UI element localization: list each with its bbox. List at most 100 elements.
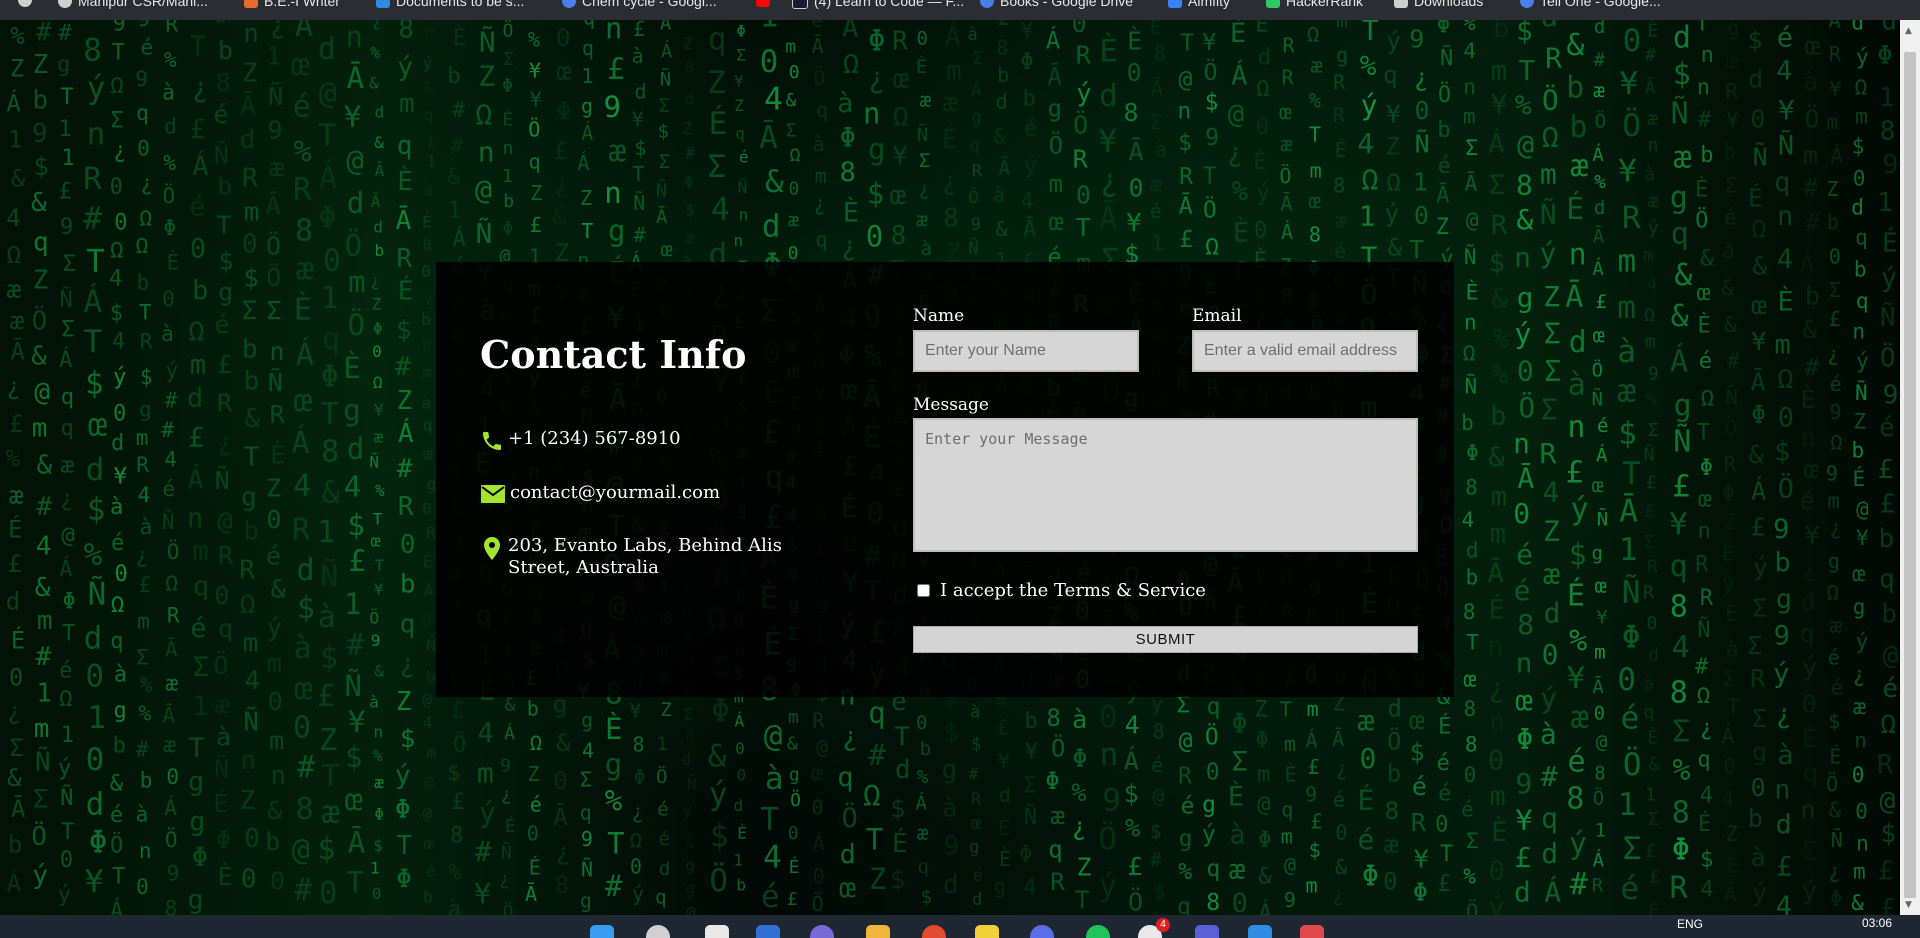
svg-text:É: É: [942, 123, 958, 155]
svg-text:Ω: Ω: [475, 98, 492, 131]
svg-text:d: d: [972, 890, 982, 910]
teams-icon[interactable]: [1195, 925, 1219, 938]
spotify-icon[interactable]: [1086, 925, 1110, 938]
svg-text:æ: æ: [9, 481, 24, 509]
file-explorer-icon[interactable]: [866, 925, 890, 938]
svg-text:m: m: [1853, 860, 1866, 884]
svg-text:9: 9: [167, 861, 180, 885]
svg-text:q: q: [400, 609, 416, 639]
start-icon[interactable]: [590, 925, 614, 938]
svg-text:Á: Á: [813, 831, 825, 855]
svg-text:$: $: [1774, 437, 1790, 468]
chat-icon[interactable]: [810, 925, 834, 938]
bookmark-item[interactable]: Chem cycle - Googl...: [562, 0, 717, 9]
svg-text:1: 1: [370, 859, 380, 878]
scroll-up-arrow-icon[interactable]: ▲: [1905, 26, 1912, 36]
svg-text:È: È: [605, 712, 622, 746]
svg-text:d: d: [375, 103, 385, 122]
bookmark-item[interactable]: Tell One - Google...: [1520, 0, 1661, 9]
name-label: Name: [913, 306, 965, 326]
svg-text:Φ: Φ: [1072, 743, 1087, 772]
terms-label[interactable]: I accept the Terms & Service: [940, 580, 1206, 601]
svg-text:Á: Á: [1800, 250, 1815, 279]
vscode-icon[interactable]: [1248, 925, 1272, 938]
svg-text:T: T: [112, 41, 125, 66]
scroll-down-arrow-icon[interactable]: ▼: [1905, 900, 1912, 910]
task-view-icon[interactable]: [705, 925, 729, 938]
svg-text:Ñ: Ñ: [1440, 44, 1453, 71]
svg-text:Ω: Ω: [1855, 76, 1868, 100]
terms-checkbox[interactable]: [917, 584, 930, 597]
browser-profile-icon[interactable]: [18, 0, 32, 7]
submit-button[interactable]: SUBMIT: [913, 626, 1418, 653]
notes-icon[interactable]: [975, 925, 999, 938]
svg-text:8: 8: [1206, 890, 1220, 915]
svg-text:Ñ: Ñ: [1673, 423, 1691, 459]
svg-text:R: R: [1700, 586, 1714, 611]
bookmark-item[interactable]: (4) Learn to Code — F...: [792, 0, 964, 9]
svg-text:æ: æ: [920, 89, 932, 111]
language-indicator[interactable]: ENG: [1677, 917, 1703, 931]
svg-text:é: é: [1516, 538, 1533, 571]
svg-text:¿: ¿: [425, 286, 435, 305]
svg-text:b: b: [218, 36, 233, 65]
contact-email[interactable]: contact@yourmail.com: [510, 482, 720, 504]
svg-text:Ñ: Ñ: [1024, 803, 1037, 830]
svg-text:æ: æ: [1150, 173, 1162, 197]
svg-text:d: d: [659, 858, 670, 880]
svg-text:Ö: Ö: [348, 308, 365, 342]
svg-text:m: m: [1540, 158, 1557, 191]
search-icon[interactable]: [646, 925, 670, 938]
svg-text:0: 0: [85, 658, 104, 694]
email-input[interactable]: [1192, 330, 1418, 372]
svg-text:Σ: Σ: [1544, 318, 1561, 351]
svg-text:0: 0: [1232, 888, 1248, 915]
bookmark-item[interactable]: HackerRank: [1266, 0, 1363, 9]
svg-text:Ö: Ö: [345, 228, 362, 262]
svg-text:Σ: Σ: [110, 108, 123, 133]
bookmark-item[interactable]: Books - Google Drive: [980, 0, 1133, 9]
svg-text:4: 4: [6, 204, 20, 232]
svg-text:R: R: [1643, 582, 1654, 603]
svg-text:Ö: Ö: [1128, 887, 1143, 915]
name-input[interactable]: [913, 330, 1139, 372]
svg-text:n: n: [1698, 519, 1711, 544]
widgets-icon[interactable]: [756, 925, 780, 938]
app-icon[interactable]: [922, 925, 946, 938]
bookmark-item[interactable]: Aimfity: [1168, 0, 1230, 9]
svg-text:ý: ý: [709, 776, 728, 812]
svg-text:#: #: [450, 135, 464, 160]
svg-text:9: 9: [1515, 767, 1532, 800]
system-clock[interactable]: 03:06: [1862, 916, 1892, 930]
svg-text:d: d: [1466, 539, 1479, 563]
bookmark-item[interactable]: Documents to be s...: [376, 0, 524, 9]
svg-text:d: d: [240, 125, 256, 155]
bookmark-item[interactable]: [756, 0, 770, 7]
svg-text:æ: æ: [1647, 108, 1658, 129]
svg-text:à: à: [1777, 740, 1793, 771]
bookmark-item[interactable]: Downloads: [1394, 0, 1483, 9]
svg-text:%: %: [1646, 389, 1657, 410]
contact-phone-row: +1 (234) 567-8910: [480, 428, 681, 453]
calendar-icon[interactable]: [1300, 925, 1324, 938]
svg-text:0: 0: [1076, 180, 1091, 209]
page-scrollbar[interactable]: ▲ ▼: [1900, 20, 1920, 915]
svg-text:m: m: [34, 714, 50, 744]
svg-text:Ā: Ā: [660, 20, 672, 35]
svg-text:Σ: Σ: [1150, 110, 1162, 134]
scroll-thumb[interactable]: [1904, 52, 1916, 898]
svg-text:m: m: [32, 414, 48, 444]
svg-text:&: &: [552, 202, 567, 230]
svg-text:T: T: [60, 85, 73, 110]
discord-icon[interactable]: [1030, 925, 1054, 938]
svg-text:8: 8: [422, 335, 432, 354]
svg-text:¿: ¿: [842, 721, 858, 752]
message-textarea[interactable]: [913, 418, 1418, 552]
svg-text:Φ: Φ: [1045, 767, 1059, 795]
bookmark-item[interactable]: B.E.-I Writer: [244, 0, 340, 9]
svg-text:m: m: [1310, 158, 1322, 182]
bookmark-item[interactable]: Manipur CSR/Mani...: [58, 0, 208, 9]
svg-text:$: $: [1828, 709, 1840, 733]
svg-text:¥: ¥: [1491, 90, 1507, 121]
svg-text:Σ: Σ: [1747, 631, 1762, 660]
